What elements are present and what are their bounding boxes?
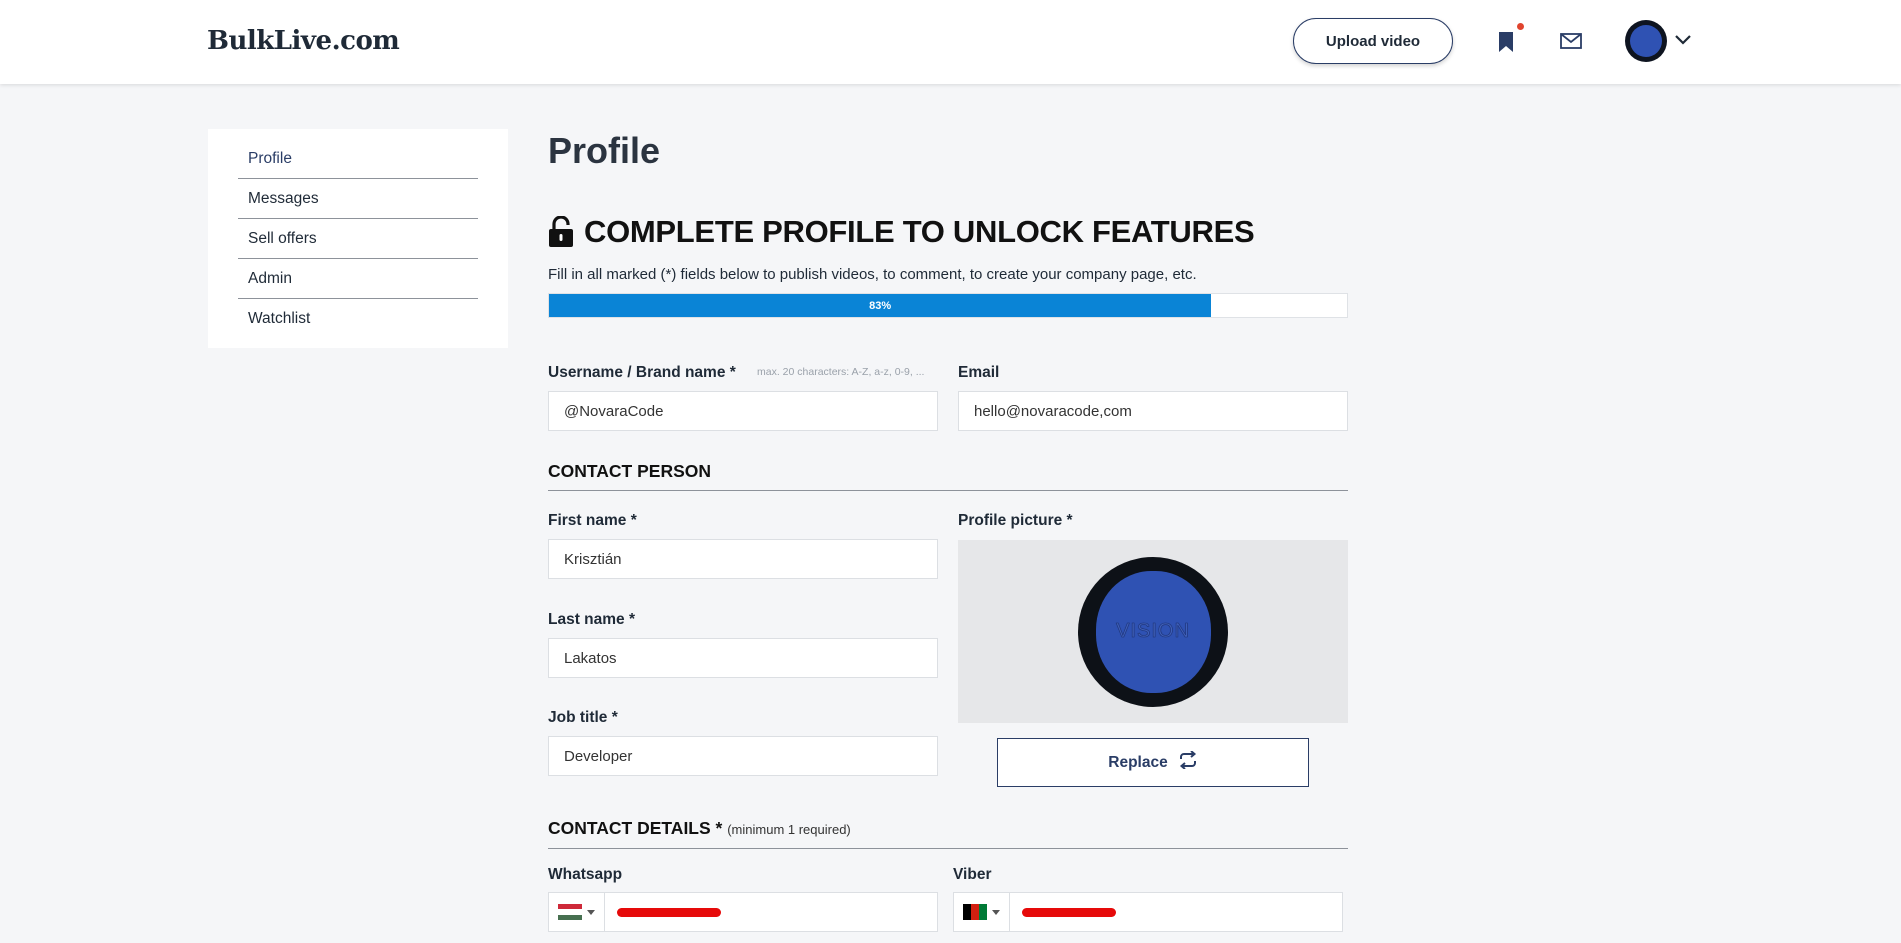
unlock-icon <box>548 215 574 248</box>
whatsapp-input[interactable] <box>548 892 938 932</box>
email-label: Email <box>958 364 1000 381</box>
sidebar-item-messages[interactable]: Messages <box>238 179 478 219</box>
whatsapp-label: Whatsapp <box>548 866 623 883</box>
sidebar-item-sell-offers[interactable]: Sell offers <box>238 219 478 259</box>
upload-video-button[interactable]: Upload video <box>1293 18 1453 64</box>
profile-progress-bar: 83% <box>548 293 1348 318</box>
contact-details-heading: CONTACT DETAILS * (minimum 1 required) <box>548 818 851 839</box>
country-select[interactable] <box>954 893 1010 931</box>
user-avatar[interactable] <box>1625 20 1667 62</box>
sidebar-item-watchlist[interactable]: Watchlist <box>238 299 478 339</box>
mail-icon[interactable] <box>1558 31 1584 51</box>
last-name-input[interactable]: Lakatos <box>548 638 938 678</box>
notification-dot <box>1517 23 1524 30</box>
replace-label: Replace <box>1108 753 1168 771</box>
profile-picture: VISION <box>1078 556 1228 707</box>
section-divider <box>548 848 1348 849</box>
last-name-label: Last name * <box>548 611 636 628</box>
sidebar-item-profile[interactable]: Profile <box>238 139 478 179</box>
bookmark-icon[interactable] <box>1495 29 1517 55</box>
page-title: Profile <box>548 130 661 171</box>
progress-label: 83% <box>869 299 892 312</box>
viber-label: Viber <box>953 866 992 883</box>
top-bar: BulkLive.com Upload video <box>0 0 1901 84</box>
username-input[interactable]: @NovaraCode <box>548 391 938 431</box>
caret-down-icon <box>992 909 1000 915</box>
hungary-flag-icon <box>558 904 582 920</box>
job-title-input[interactable]: Developer <box>548 736 938 776</box>
unlock-heading: COMPLETE PROFILE TO UNLOCK FEATURES <box>584 214 1255 249</box>
viber-input[interactable] <box>953 892 1343 932</box>
contact-person-heading: CONTACT PERSON <box>548 461 712 481</box>
afghanistan-flag-icon <box>963 904 987 920</box>
country-select[interactable] <box>549 893 605 931</box>
redacted-number <box>1022 907 1116 917</box>
job-title-label: Job title * <box>548 709 618 726</box>
first-name-input[interactable]: Krisztián <box>548 539 938 579</box>
redacted-number <box>617 907 721 917</box>
section-divider <box>548 490 1348 491</box>
site-logo[interactable]: BulkLive.com <box>207 26 400 56</box>
refresh-icon <box>1178 750 1198 774</box>
contact-details-note: (minimum 1 required) <box>727 822 851 837</box>
contact-details-title: CONTACT DETAILS * <box>548 818 723 838</box>
username-label: Username / Brand name * <box>548 364 736 381</box>
email-input[interactable]: hello@novaracode,com <box>958 391 1348 431</box>
chevron-down-icon[interactable] <box>1673 31 1693 49</box>
username-hint: max. 20 characters: A-Z, a-z, 0-9, ... <box>757 366 925 378</box>
first-name-label: First name * <box>548 512 637 529</box>
sidebar-item-admin[interactable]: Admin <box>238 259 478 299</box>
caret-down-icon <box>587 909 595 915</box>
unlock-subtitle: Fill in all marked (*) fields below to p… <box>548 266 1197 283</box>
profile-picture-preview: VISION <box>958 540 1348 723</box>
profile-picture-text: VISION <box>1116 620 1190 643</box>
replace-picture-button[interactable]: Replace <box>997 738 1309 787</box>
sidebar: Profile Messages Sell offers Admin Watch… <box>208 129 508 348</box>
profile-picture-label: Profile picture * <box>958 512 1073 529</box>
